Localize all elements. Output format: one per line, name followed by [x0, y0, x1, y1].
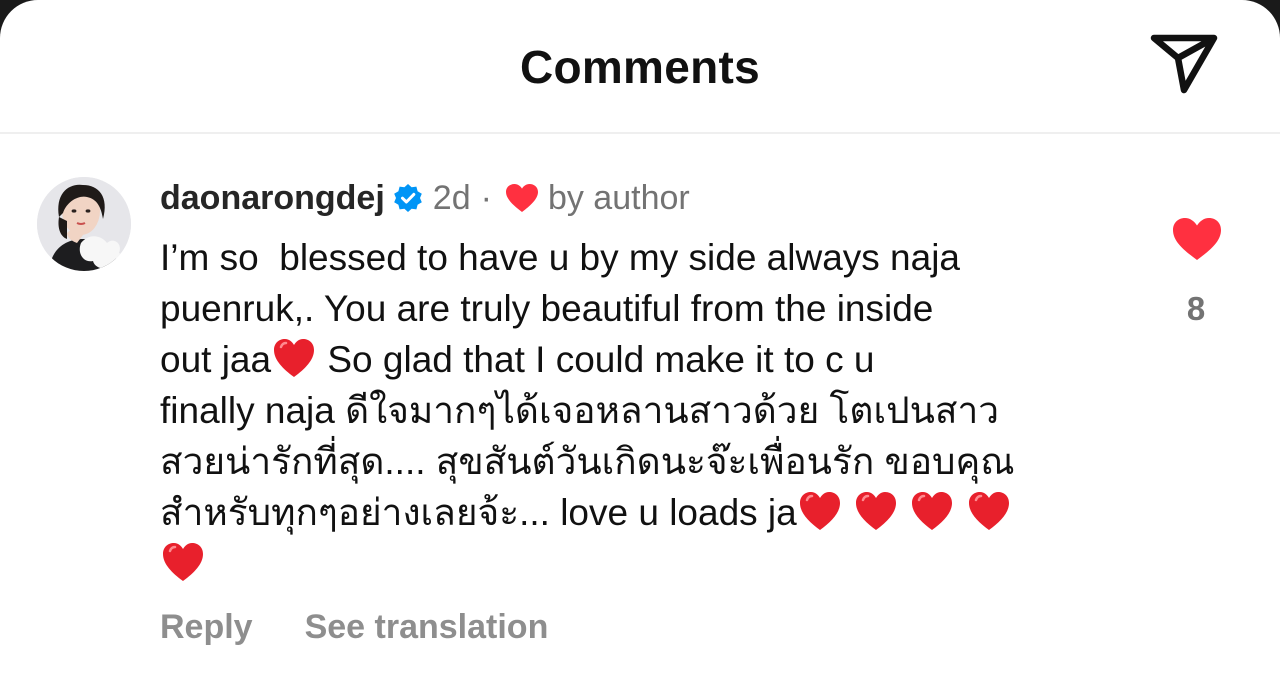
avatar-photo [37, 177, 131, 271]
separator-dot: · [480, 178, 492, 217]
comment-item: daonarongdej 2d · by author I’m so bless… [0, 134, 1280, 691]
username[interactable]: daonarongdej [160, 179, 385, 218]
page-title: Comments [519, 41, 761, 93]
verified-badge-icon [393, 184, 422, 212]
author-liked-label: by author [547, 178, 690, 217]
like-heart-icon[interactable] [1171, 216, 1223, 262]
comment-actions: Reply See translation [160, 608, 548, 647]
red-heart-emoji-icon [912, 492, 953, 530]
see-translation-button[interactable]: See translation [305, 608, 549, 647]
like-count: 8 [1186, 290, 1206, 327]
comment-text: I’m so blessed to have u by my side alwa… [160, 232, 1120, 589]
red-heart-emoji-icon [968, 492, 1009, 530]
red-heart-emoji-icon [799, 492, 840, 530]
heart-icon [505, 184, 538, 212]
comment-meta: daonarongdej 2d · by author [160, 176, 690, 220]
red-heart-emoji-icon [274, 339, 315, 377]
red-heart-emoji-icon [856, 492, 897, 530]
reply-button[interactable]: Reply [160, 608, 253, 647]
red-heart-emoji-icon [163, 543, 203, 581]
comments-header: Comments [0, 0, 1280, 134]
comments-sheet: Comments daonarongdej 2d · by author I’m… [0, 0, 1280, 691]
avatar[interactable] [37, 177, 131, 271]
paper-plane-icon[interactable] [1148, 32, 1220, 96]
comment-time: 2d [432, 178, 471, 217]
